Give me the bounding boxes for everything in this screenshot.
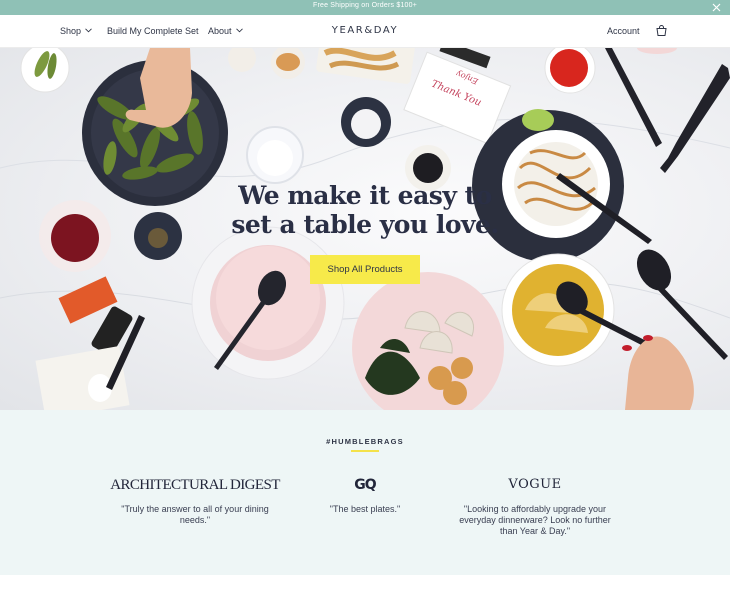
hero-headline: We make it easy to set a table you love. (225, 181, 505, 239)
nav-account[interactable]: Account (607, 26, 640, 36)
hero-headline-line-2: set a table you love. (231, 210, 499, 239)
hero-headline-line-1: We make it easy to (238, 181, 492, 210)
nav-shop-label: Shop (60, 26, 82, 36)
hero-section: Thank You Enjoy We make it easy to set a… (0, 48, 730, 410)
humblebrags-title: #HUMBLEBRAGS (326, 437, 404, 446)
site-logo[interactable]: YEAR&DAY (332, 25, 399, 36)
site-header: Shop Build My Complete Set About YEAR&DA… (0, 15, 730, 48)
chevron-down-icon (85, 28, 92, 33)
announcement-text: Free Shipping on Orders $100+ (312, 2, 418, 9)
nav-build-my-complete-set[interactable]: Build My Complete Set (107, 26, 199, 36)
cart-icon[interactable] (655, 24, 668, 37)
vogue-quote: "Looking to affordably upgrade your ever… (459, 504, 611, 536)
gq-logo: GQ (354, 477, 376, 493)
announcement-bar: Free Shipping on Orders $100+ (0, 0, 730, 15)
gq-quote: "The best plates." (329, 504, 401, 514)
chevron-down-icon (235, 28, 243, 33)
humblebrags-section: #HUMBLEBRAGS ARCHITECTURAL DIGEST GQ VOG… (0, 410, 730, 575)
vogue-logo: VOGUE (508, 477, 562, 492)
nav-about-label: About (208, 26, 232, 36)
title-underline (351, 450, 379, 452)
architectural-digest-logo: ARCHITECTURAL DIGEST (110, 477, 280, 493)
close-icon[interactable] (711, 2, 722, 13)
nav-about[interactable]: About (208, 26, 243, 36)
architectural-digest-quote: "Truly the answer to all of your dining … (121, 504, 269, 525)
nav-shop[interactable]: Shop (60, 26, 92, 36)
shop-all-products-button[interactable]: Shop All Products (310, 255, 420, 284)
